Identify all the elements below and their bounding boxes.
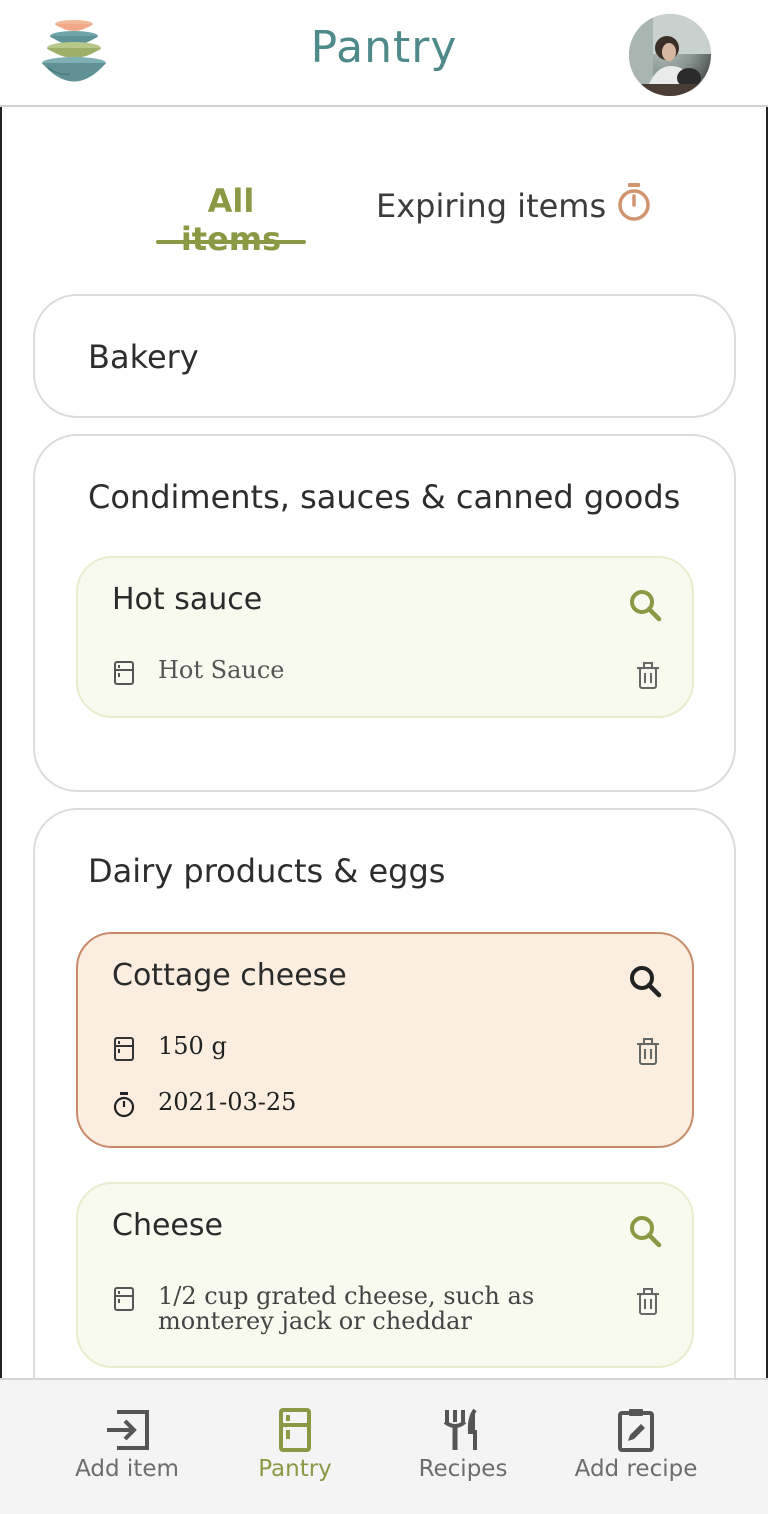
tab-expiring-label: Expiring items (376, 187, 607, 225)
category-card-bakery[interactable]: Bakery (33, 294, 736, 418)
item-name: Hot sauce (112, 582, 263, 617)
timer-icon (616, 182, 652, 230)
pantry-item-card[interactable]: Hot sauce Hot Sauce (76, 556, 694, 718)
add-item-icon (107, 1410, 149, 1450)
trash-icon[interactable] (636, 1038, 660, 1066)
category-title: Condiments, sauces & canned goods (88, 478, 681, 516)
timer-icon (113, 1092, 135, 1118)
nav-pantry[interactable]: Pantry (210, 1380, 380, 1514)
search-icon[interactable] (628, 1214, 662, 1248)
nav-recipes[interactable]: Recipes (378, 1380, 548, 1514)
fork-knife-icon (443, 1408, 477, 1450)
item-quantity-row: 150 g (112, 1034, 558, 1062)
item-expiry-date: 2021-03-25 (158, 1088, 297, 1116)
category-card-dairy[interactable]: Dairy products & eggs Cottage cheese 150… (33, 808, 736, 1448)
fridge-icon (114, 1287, 134, 1311)
nav-add-item-label: Add item (75, 1456, 179, 1482)
item-quantity: 1/2 cup grated cheese, such as monterey … (158, 1282, 535, 1335)
fridge-icon (114, 661, 134, 685)
item-quantity: Hot Sauce (158, 656, 285, 684)
fridge-icon (114, 1037, 134, 1061)
category-title: Bakery (88, 338, 199, 376)
app-header: Pantry (0, 0, 768, 107)
search-icon[interactable] (628, 588, 662, 622)
bottom-nav-bar: Add item Pantry Recipes Add recipe (0, 1378, 768, 1514)
item-quantity-row: Hot Sauce (112, 658, 558, 686)
pantry-item-card-expiring[interactable]: Cottage cheese 150 g 2021-03-25 (76, 932, 694, 1148)
item-name: Cheese (112, 1208, 223, 1243)
nav-add-item[interactable]: Add item (42, 1380, 212, 1514)
nav-add-recipe[interactable]: Add recipe (551, 1380, 721, 1514)
item-name: Cottage cheese (112, 958, 347, 993)
category-card-condiments[interactable]: Condiments, sauces & canned goods Hot sa… (33, 434, 736, 792)
active-tab-indicator (156, 240, 306, 244)
fridge-icon (279, 1408, 311, 1452)
category-title: Dairy products & eggs (88, 852, 446, 890)
trash-icon[interactable] (636, 662, 660, 690)
nav-pantry-label: Pantry (258, 1456, 332, 1482)
item-quantity-row: 1/2 cup grated cheese, such as monterey … (112, 1284, 558, 1334)
nav-recipes-label: Recipes (418, 1456, 508, 1482)
tab-all-items[interactable]: All items (156, 182, 306, 258)
item-quantity: 150 g (158, 1032, 227, 1060)
pantry-tabs: All items Expiring items (0, 170, 768, 258)
edit-clipboard-icon (618, 1409, 654, 1452)
search-icon[interactable] (628, 964, 662, 998)
trash-icon[interactable] (636, 1288, 660, 1316)
item-expiry-row: 2021-03-25 (112, 1090, 558, 1118)
tab-expiring-items[interactable]: Expiring items (376, 182, 652, 230)
nav-add-recipe-label: Add recipe (574, 1456, 698, 1482)
user-avatar[interactable] (629, 14, 711, 96)
pantry-item-card[interactable]: Cheese 1/2 cup grated cheese, such as mo… (76, 1182, 694, 1368)
